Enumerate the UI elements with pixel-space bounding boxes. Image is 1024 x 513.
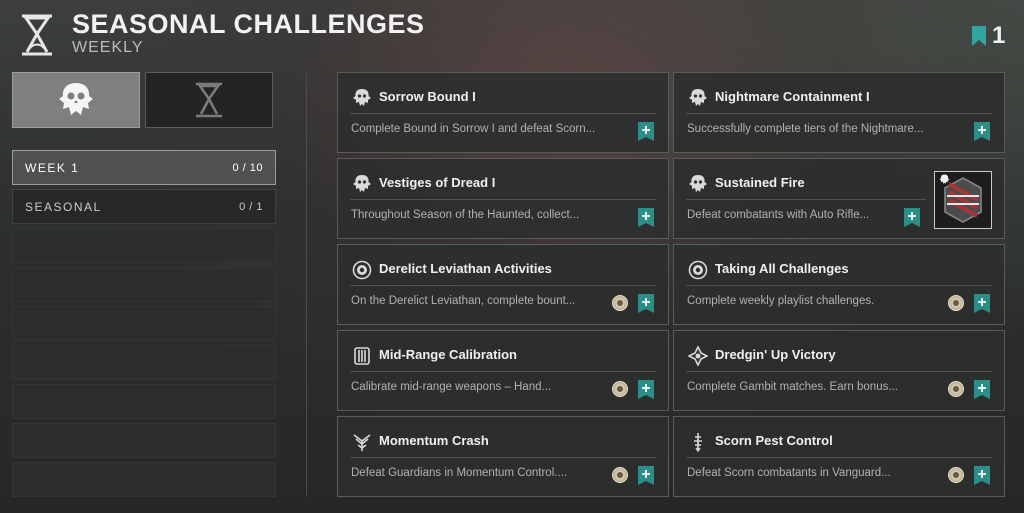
- week-label: WEEK 1: [25, 160, 80, 175]
- challenge-card[interactable]: Taking All Challenges Complete weekly pl…: [673, 244, 1005, 325]
- track-plus-icon[interactable]: [638, 380, 654, 399]
- challenge-description: Defeat combatants with Auto Rifle...: [687, 209, 870, 221]
- challenge-card[interactable]: Nightmare Containment I Successfully com…: [673, 72, 1005, 153]
- challenge-description: Defeat Scorn combatants in Vanguard...: [687, 467, 891, 479]
- shield-emblem-icon: [354, 347, 370, 365]
- track-plus-icon[interactable]: [638, 466, 654, 485]
- challenge-description: Defeat Guardians in Momentum Control....: [351, 467, 568, 479]
- challenge-name: Dredgin' Up Victory: [715, 347, 836, 362]
- separator: [350, 199, 656, 200]
- tab-hourglass[interactable]: [145, 72, 273, 128]
- engram-reward-icon: [939, 174, 982, 223]
- bright-dust-coin-icon: [948, 467, 964, 483]
- hourglass-icon: [196, 82, 222, 118]
- separator: [686, 285, 992, 286]
- skull-emblem-icon: [689, 175, 707, 192]
- week-label: SEASONAL: [25, 199, 102, 214]
- page-subtitle: WEEKLY: [72, 39, 144, 56]
- challenge-card[interactable]: Sustained Fire Defeat combatants with Au…: [673, 158, 1005, 239]
- bright-dust-coin-icon: [612, 295, 628, 311]
- gambit-emblem-icon: [688, 346, 708, 366]
- page-title: SEASONAL CHALLENGES: [72, 9, 425, 39]
- separator: [350, 113, 656, 114]
- challenge-name: Sorrow Bound I: [379, 89, 476, 104]
- challenge-card[interactable]: Momentum Crash Defeat Guardians in Momen…: [337, 416, 669, 497]
- empty-week-slot: [12, 423, 276, 458]
- bright-dust-coin-icon: [948, 295, 964, 311]
- empty-week-slot: [12, 228, 276, 263]
- track-plus-icon[interactable]: [638, 208, 654, 227]
- ring-emblem-icon: [352, 260, 372, 280]
- challenge-card[interactable]: Scorn Pest Control Defeat Scorn combatan…: [673, 416, 1005, 497]
- bookmark-icon: [972, 26, 986, 46]
- ring-emblem-icon: [688, 260, 708, 280]
- week-progress: 0 / 1: [239, 200, 263, 213]
- challenge-name: Scorn Pest Control: [715, 433, 833, 448]
- track-plus-icon[interactable]: [974, 122, 990, 141]
- challenge-card[interactable]: Derelict Leviathan Activities On the Der…: [337, 244, 669, 325]
- skull-emblem-icon: [353, 89, 371, 106]
- track-plus-icon[interactable]: [904, 208, 920, 227]
- vanguard-emblem-icon: [694, 433, 702, 452]
- separator: [686, 371, 992, 372]
- panel-divider: [306, 72, 307, 497]
- challenge-name: Sustained Fire: [715, 175, 805, 190]
- empty-week-slot: [12, 267, 276, 302]
- empty-week-slot: [12, 306, 276, 341]
- bright-dust-coin-icon: [612, 467, 628, 483]
- empty-week-slot: [12, 462, 276, 497]
- skull-emblem-icon: [353, 175, 371, 192]
- separator: [686, 457, 992, 458]
- separator: [686, 113, 992, 114]
- challenge-card[interactable]: Dredgin' Up Victory Complete Gambit matc…: [673, 330, 1005, 411]
- reward-item-image[interactable]: [934, 171, 992, 229]
- separator: [350, 457, 656, 458]
- challenge-name: Nightmare Containment I: [715, 89, 870, 104]
- challenge-description: Calibrate mid-range weapons – Hand...: [351, 381, 552, 393]
- week-progress: 0 / 10: [232, 161, 263, 174]
- track-plus-icon[interactable]: [638, 122, 654, 141]
- challenge-name: Vestiges of Dread I: [379, 175, 496, 190]
- track-plus-icon[interactable]: [974, 294, 990, 313]
- challenge-card[interactable]: Sorrow Bound I Complete Bound in Sorrow …: [337, 72, 669, 153]
- track-plus-icon[interactable]: [974, 466, 990, 485]
- skull-emblem-icon: [689, 89, 707, 106]
- separator: [686, 199, 926, 200]
- page-header: SEASONAL CHALLENGES WEEKLY 1: [0, 0, 1024, 64]
- skull-emblem-icon: [59, 83, 93, 115]
- challenge-description: On the Derelict Leviathan, complete boun…: [351, 295, 576, 307]
- challenge-description: Successfully complete tiers of the Night…: [687, 123, 924, 135]
- challenge-card[interactable]: Mid-Range Calibration Calibrate mid-rang…: [337, 330, 669, 411]
- challenge-name: Derelict Leviathan Activities: [379, 261, 552, 276]
- challenge-name: Mid-Range Calibration: [379, 347, 517, 362]
- challenge-description: Complete Gambit matches. Earn bonus...: [687, 381, 898, 393]
- challenge-name: Momentum Crash: [379, 433, 489, 448]
- track-plus-icon[interactable]: [638, 294, 654, 313]
- separator: [350, 371, 656, 372]
- challenge-name: Taking All Challenges: [715, 261, 849, 276]
- tab-seasonal-emblem[interactable]: [12, 72, 140, 128]
- week-item-seasonal[interactable]: SEASONAL 0 / 1: [12, 189, 276, 224]
- crucible-emblem-icon: [353, 434, 371, 451]
- week-item-week-1[interactable]: WEEK 1 0 / 10: [12, 150, 276, 185]
- challenge-card[interactable]: Vestiges of Dread I Throughout Season of…: [337, 158, 669, 239]
- challenge-description: Complete weekly playlist challenges.: [687, 295, 875, 307]
- hourglass-logo-icon: [22, 14, 52, 56]
- challenge-description: Throughout Season of the Haunted, collec…: [351, 209, 580, 221]
- empty-week-slot: [12, 384, 276, 419]
- empty-week-slot: [12, 345, 276, 380]
- bookmark-count: 1: [992, 22, 1006, 49]
- bright-dust-coin-icon: [948, 381, 964, 397]
- challenge-description: Complete Bound in Sorrow I and defeat Sc…: [351, 123, 596, 135]
- bright-dust-coin-icon: [612, 381, 628, 397]
- track-plus-icon[interactable]: [974, 380, 990, 399]
- separator: [350, 285, 656, 286]
